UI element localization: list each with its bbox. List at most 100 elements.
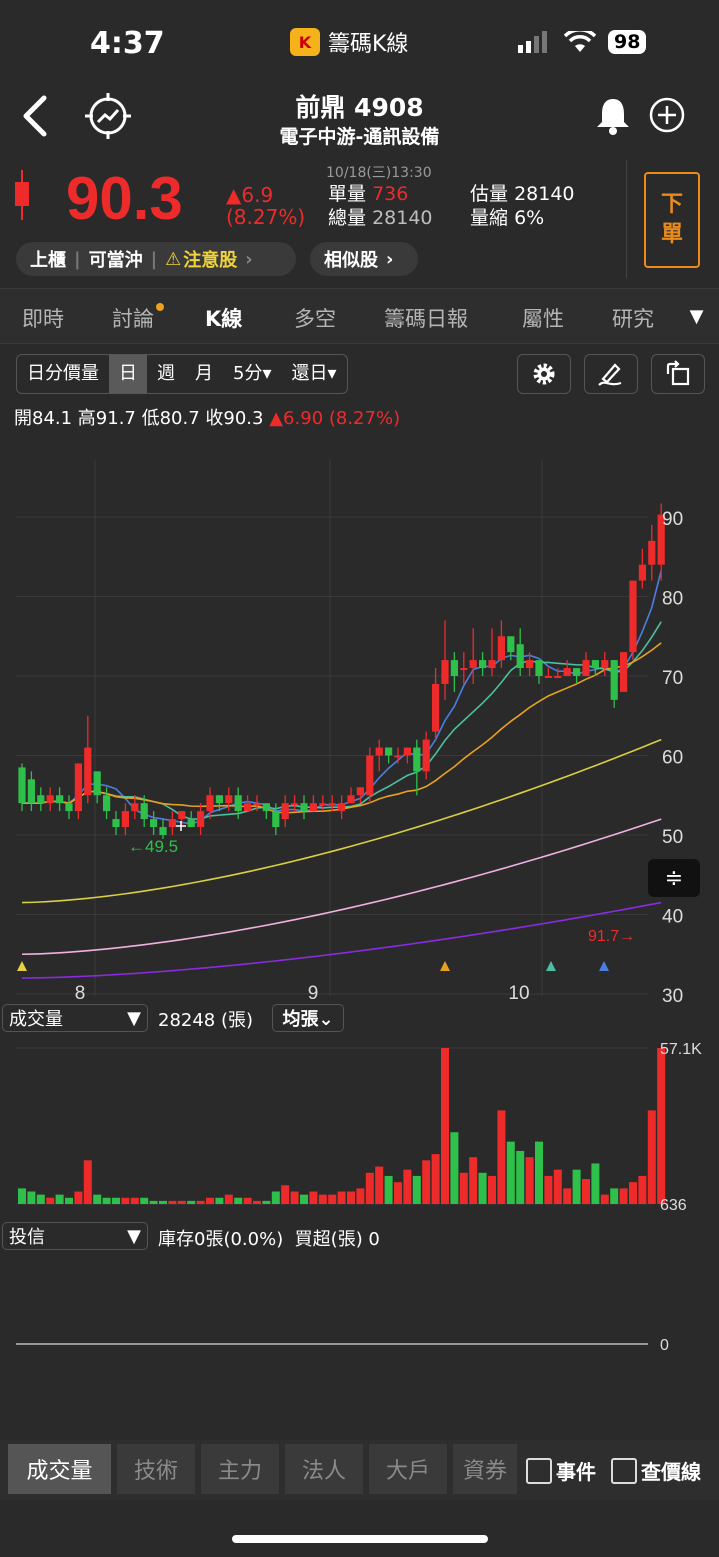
events-checkbox[interactable]: 事件 xyxy=(526,1456,596,1485)
candle xyxy=(413,747,421,772)
candle xyxy=(112,819,120,828)
place-order-button[interactable]: 下單 xyxy=(644,172,700,268)
volume-bar xyxy=(488,1175,496,1204)
candle xyxy=(573,668,581,676)
stock-tags[interactable]: 上櫃 | 可當沖 | ⚠ 注意股 › xyxy=(16,242,296,276)
volume-bar xyxy=(441,1048,449,1204)
status-bar: 4:37 K 籌碼K線 98 xyxy=(0,0,719,80)
quote-panel: 90.3 ▲6.9 (8.27%) 10/18(三)13:30 單量 736 總… xyxy=(0,160,719,280)
institution-info: 庫存0張(0.0%) 買超(張) 0 xyxy=(158,1229,380,1250)
y-tick-label: 70 xyxy=(662,668,683,689)
volume-bar xyxy=(431,1154,440,1204)
tabs-dropdown-icon[interactable]: ▼ xyxy=(674,289,719,343)
bottom-indicator-tabs: 成交量 技術 主力 法人 大戶 資券 事件 查價線 xyxy=(0,1440,719,1500)
period-5min[interactable]: 5分▾ xyxy=(223,355,282,393)
candle xyxy=(159,827,167,835)
volume-bar xyxy=(55,1194,64,1204)
volume-bar xyxy=(356,1188,365,1204)
signal-icon xyxy=(518,31,547,53)
bell-icon[interactable] xyxy=(594,96,632,136)
chart-grid xyxy=(16,460,648,1345)
volume-min-label: 636 xyxy=(660,1197,687,1214)
period-day[interactable]: 日 xyxy=(109,355,147,393)
tab-kline[interactable]: K線 xyxy=(205,303,242,333)
candle xyxy=(488,660,496,669)
draw-button[interactable] xyxy=(584,354,638,394)
volume-bar xyxy=(262,1200,271,1204)
volume-bar xyxy=(516,1150,525,1204)
change-percent: (8.27%) xyxy=(226,205,306,229)
candle xyxy=(526,660,534,669)
chevron-right-icon: › xyxy=(386,248,394,270)
candle xyxy=(272,811,280,828)
volume-bar xyxy=(525,1157,534,1204)
volume-bar xyxy=(563,1188,572,1204)
volume-value: 28248 (張) xyxy=(158,1010,254,1031)
volume-bar xyxy=(572,1169,581,1204)
volume-bar xyxy=(130,1197,139,1204)
candle xyxy=(56,795,64,804)
candle xyxy=(432,683,440,732)
rotate-button[interactable] xyxy=(651,354,705,394)
price-adjust[interactable]: 還日▾ xyxy=(282,355,347,393)
kline-chart[interactable]: 90 80 70 60 50 40 30 8 9 10 91.7→ ←49.5 57.1K 636 0 xyxy=(0,430,719,1440)
candle xyxy=(65,803,73,812)
volume-bar xyxy=(18,1188,26,1204)
candle xyxy=(601,660,609,669)
add-circle-icon[interactable] xyxy=(648,96,686,134)
volume-mode-select[interactable]: 均張⌄ xyxy=(272,1004,344,1032)
candle xyxy=(479,660,487,669)
btab-margin[interactable]: 資券 xyxy=(453,1444,517,1494)
btab-major[interactable]: 主力 xyxy=(201,1444,279,1494)
volume-bar xyxy=(318,1194,327,1204)
total-volume: 總量 28140 xyxy=(328,207,433,229)
btab-institution[interactable]: 法人 xyxy=(285,1444,363,1494)
period-month[interactable]: 月 xyxy=(185,355,223,393)
candle xyxy=(535,660,543,676)
volume-bar xyxy=(553,1169,562,1204)
volume-bar xyxy=(36,1194,45,1204)
period-intraday[interactable]: 日分價量 xyxy=(17,355,109,393)
similar-stocks-button[interactable]: 相似股 › xyxy=(310,242,418,276)
chart-toolbar: 日分價量 日 週 月 5分▾ 還日▾ xyxy=(0,354,719,398)
candle xyxy=(385,747,393,756)
volume-bars xyxy=(18,1048,666,1204)
tab-chip-daily[interactable]: 籌碼日報 xyxy=(384,303,468,333)
candle xyxy=(319,803,327,806)
period-week[interactable]: 週 xyxy=(147,355,185,393)
y-tick-label: 60 xyxy=(662,748,683,769)
candle xyxy=(338,803,346,812)
volume-bar xyxy=(271,1191,280,1204)
home-indicator[interactable] xyxy=(232,1535,488,1543)
tab-long-short[interactable]: 多空 xyxy=(294,303,336,333)
btab-volume[interactable]: 成交量 xyxy=(8,1444,111,1494)
tab-research[interactable]: 研究 xyxy=(612,303,662,333)
volume-bar xyxy=(422,1160,431,1204)
tab-discussion[interactable]: 討論 xyxy=(112,303,164,333)
tab-attributes[interactable]: 屬性 xyxy=(522,303,564,333)
panel-resize-icon[interactable]: ≑ xyxy=(648,859,700,897)
event-marker-icon xyxy=(17,961,27,971)
institution-select[interactable]: 投信 ▼ xyxy=(2,1222,148,1250)
settings-button[interactable] xyxy=(517,354,571,394)
candle xyxy=(441,660,449,684)
volume-indicator-select[interactable]: 成交量 ▼ xyxy=(2,1004,148,1032)
battery-icon: 98 xyxy=(608,30,647,54)
volume-bar xyxy=(347,1191,355,1204)
volume-bar xyxy=(27,1191,36,1204)
candle xyxy=(253,803,261,806)
chevron-right-icon: › xyxy=(245,248,253,270)
btab-technical[interactable]: 技術 xyxy=(117,1444,195,1494)
candle xyxy=(93,771,101,796)
volume-max-label: 57.1K xyxy=(660,1041,702,1058)
volume-bar xyxy=(243,1197,252,1204)
unread-dot xyxy=(156,303,164,311)
ma5-line xyxy=(22,570,662,825)
y-tick-label: 30 xyxy=(662,986,683,1007)
volume-bar xyxy=(469,1157,478,1204)
volume-bar xyxy=(102,1197,111,1204)
btab-big-holders[interactable]: 大戶 xyxy=(369,1444,447,1494)
volume-bar xyxy=(234,1197,243,1204)
price-line-checkbox[interactable]: 查價線 xyxy=(611,1456,701,1485)
tab-realtime[interactable]: 即時 xyxy=(22,303,64,333)
